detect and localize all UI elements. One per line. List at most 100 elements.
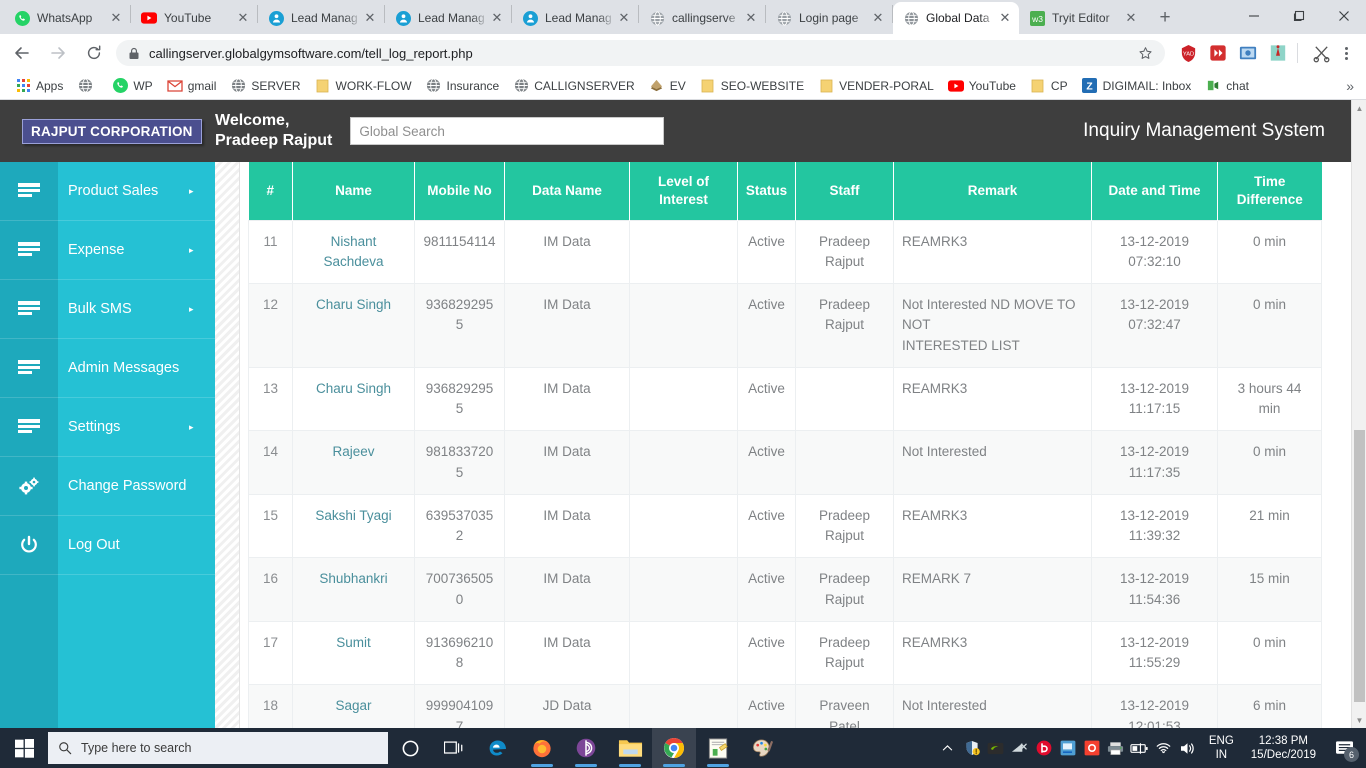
file-explorer-icon[interactable]: [608, 728, 652, 768]
tor-browser-icon[interactable]: [564, 728, 608, 768]
battery-icon[interactable]: [1128, 728, 1152, 768]
bookmarks-overflow-button[interactable]: »: [1339, 75, 1358, 97]
name-link[interactable]: Sagar: [335, 698, 371, 713]
scrollbar-thumb[interactable]: [1354, 430, 1365, 702]
column-header-index[interactable]: #: [249, 162, 293, 220]
sidebar-item-bulk-sms[interactable]: Bulk SMS ▸: [0, 280, 215, 339]
bookmark-wp[interactable]: WP: [105, 75, 159, 97]
bookmark-vender-poral[interactable]: VENDER-PORAL: [811, 75, 941, 97]
cell-name[interactable]: Sakshi Tyagi: [293, 494, 415, 558]
sidebar-item-expense[interactable]: Expense ▸: [0, 221, 215, 280]
sidebar-item-product-sales[interactable]: Product Sales ▸: [0, 162, 215, 221]
column-header-level-of-interest[interactable]: Level of Interest: [630, 162, 738, 220]
sidebar-item-change-password[interactable]: Change Password: [0, 457, 215, 516]
new-tab-button[interactable]: +: [1151, 4, 1179, 32]
extension-screenshot-icon[interactable]: [1235, 40, 1261, 66]
beats-audio-icon[interactable]: [1032, 728, 1056, 768]
bookmark-apps[interactable]: Apps: [8, 75, 70, 97]
close-icon[interactable]: ✕: [362, 10, 378, 26]
name-link[interactable]: Nishant Sachdeva: [323, 234, 383, 269]
chrome-menu-icon[interactable]: [1334, 40, 1358, 66]
notepad-icon[interactable]: [696, 728, 740, 768]
clock[interactable]: 12:38 PM 15/Dec/2019: [1243, 734, 1324, 763]
volume-icon[interactable]: [1176, 728, 1200, 768]
bookmark-work-flow[interactable]: WORK-FLOW: [308, 75, 419, 97]
task-view-icon[interactable]: [432, 728, 476, 768]
bookmark-gmail[interactable]: gmail: [160, 75, 224, 97]
security-shield-icon[interactable]: [960, 728, 984, 768]
browser-tab-lead-manager-1[interactable]: Lead Manag ✕: [258, 2, 384, 34]
minimize-button[interactable]: [1231, 0, 1276, 32]
show-hidden-icons-chevron[interactable]: [936, 728, 960, 768]
paint-icon[interactable]: [740, 728, 784, 768]
cell-name[interactable]: Rajeev: [293, 431, 415, 495]
forward-button[interactable]: [44, 39, 72, 67]
cell-name[interactable]: Charu Singh: [293, 284, 415, 368]
bookmark-star-icon[interactable]: [1138, 46, 1153, 61]
name-link[interactable]: Charu Singh: [316, 381, 391, 396]
extension-scissors-icon[interactable]: [1308, 40, 1334, 66]
cell-name[interactable]: Charu Singh: [293, 367, 415, 431]
network-disconnected-icon[interactable]: [1008, 728, 1032, 768]
cell-name[interactable]: Nishant Sachdeva: [293, 220, 415, 284]
name-link[interactable]: Charu Singh: [316, 297, 391, 312]
column-header-remark[interactable]: Remark: [894, 162, 1092, 220]
address-bar[interactable]: callingserver.globalgymsoftware.com/tell…: [116, 40, 1165, 66]
close-icon[interactable]: ✕: [489, 10, 505, 26]
bookmark-cp[interactable]: CP: [1023, 75, 1075, 97]
cell-name[interactable]: Sumit: [293, 621, 415, 685]
scroll-down-arrow-icon[interactable]: ▼: [1352, 712, 1366, 728]
printer-icon[interactable]: [1104, 728, 1128, 768]
bookmark-globe-1[interactable]: [70, 75, 105, 97]
close-icon[interactable]: ✕: [743, 10, 759, 26]
back-button[interactable]: [8, 39, 36, 67]
page-scrollbar[interactable]: ▲ ▼: [1351, 100, 1366, 728]
notification-center-button[interactable]: 6: [1324, 728, 1364, 768]
language-indicator[interactable]: ENG IN: [1200, 734, 1243, 763]
close-icon[interactable]: ✕: [870, 10, 886, 26]
bookmark-digimail-inbox[interactable]: Z DIGIMAIL: Inbox: [1075, 75, 1199, 97]
bookmark-chat[interactable]: chat: [1198, 75, 1256, 97]
column-header-name[interactable]: Name: [293, 162, 415, 220]
sidebar-item-log-out[interactable]: Log Out: [0, 516, 215, 575]
scroll-up-arrow-icon[interactable]: ▲: [1352, 100, 1366, 116]
close-icon[interactable]: ✕: [616, 10, 632, 26]
cortana-icon[interactable]: [388, 728, 432, 768]
bookmark-seo-website[interactable]: SEO-WEBSITE: [693, 75, 811, 97]
global-search-box[interactable]: [350, 117, 664, 145]
browser-tab-lead-manager-2[interactable]: Lead Manag ✕: [385, 2, 511, 34]
browser-tab-login-page[interactable]: Login page ✕: [766, 2, 892, 34]
network-monitor-icon[interactable]: [1056, 728, 1080, 768]
browser-tab-callingserver[interactable]: callingserve ✕: [639, 2, 765, 34]
browser-tab-youtube[interactable]: YouTube ✕: [131, 2, 257, 34]
start-button[interactable]: [0, 728, 48, 768]
column-header-staff[interactable]: Staff: [796, 162, 894, 220]
nvidia-icon[interactable]: [984, 728, 1008, 768]
reload-button[interactable]: [80, 39, 108, 67]
name-link[interactable]: Sumit: [336, 635, 371, 650]
close-icon[interactable]: ✕: [1123, 10, 1139, 26]
company-logo[interactable]: RAJPUT CORPORATION: [22, 119, 202, 144]
taskbar-search-box[interactable]: Type here to search: [48, 732, 388, 764]
extension-yad-icon[interactable]: YAD: [1175, 40, 1201, 66]
column-header-status[interactable]: Status: [738, 162, 796, 220]
browser-tab-global-data[interactable]: Global Data ✕: [893, 2, 1019, 34]
name-link[interactable]: Rajeev: [332, 444, 374, 459]
maximize-button[interactable]: [1276, 0, 1321, 32]
edge-icon[interactable]: [476, 728, 520, 768]
extension-ruler-icon[interactable]: [1265, 40, 1291, 66]
sidebar-item-settings[interactable]: Settings ▸: [0, 398, 215, 457]
column-header-mobile[interactable]: Mobile No: [415, 162, 505, 220]
name-link[interactable]: Sakshi Tyagi: [315, 508, 391, 523]
bookmark-server[interactable]: SERVER: [223, 75, 307, 97]
name-link[interactable]: Shubhankri: [319, 571, 387, 586]
browser-tab-whatsapp[interactable]: WhatsApp ✕: [4, 2, 130, 34]
extension-forward-icon[interactable]: [1205, 40, 1231, 66]
wifi-icon[interactable]: [1152, 728, 1176, 768]
close-icon[interactable]: ✕: [997, 10, 1013, 26]
column-header-data-name[interactable]: Data Name: [505, 162, 630, 220]
bookmark-youtube[interactable]: YouTube: [941, 75, 1023, 97]
browser-tab-tryit-editor[interactable]: w3 Tryit Editor ✕: [1019, 2, 1145, 34]
browser-tab-lead-manager-3[interactable]: Lead Manag ✕: [512, 2, 638, 34]
close-icon[interactable]: ✕: [235, 10, 251, 26]
